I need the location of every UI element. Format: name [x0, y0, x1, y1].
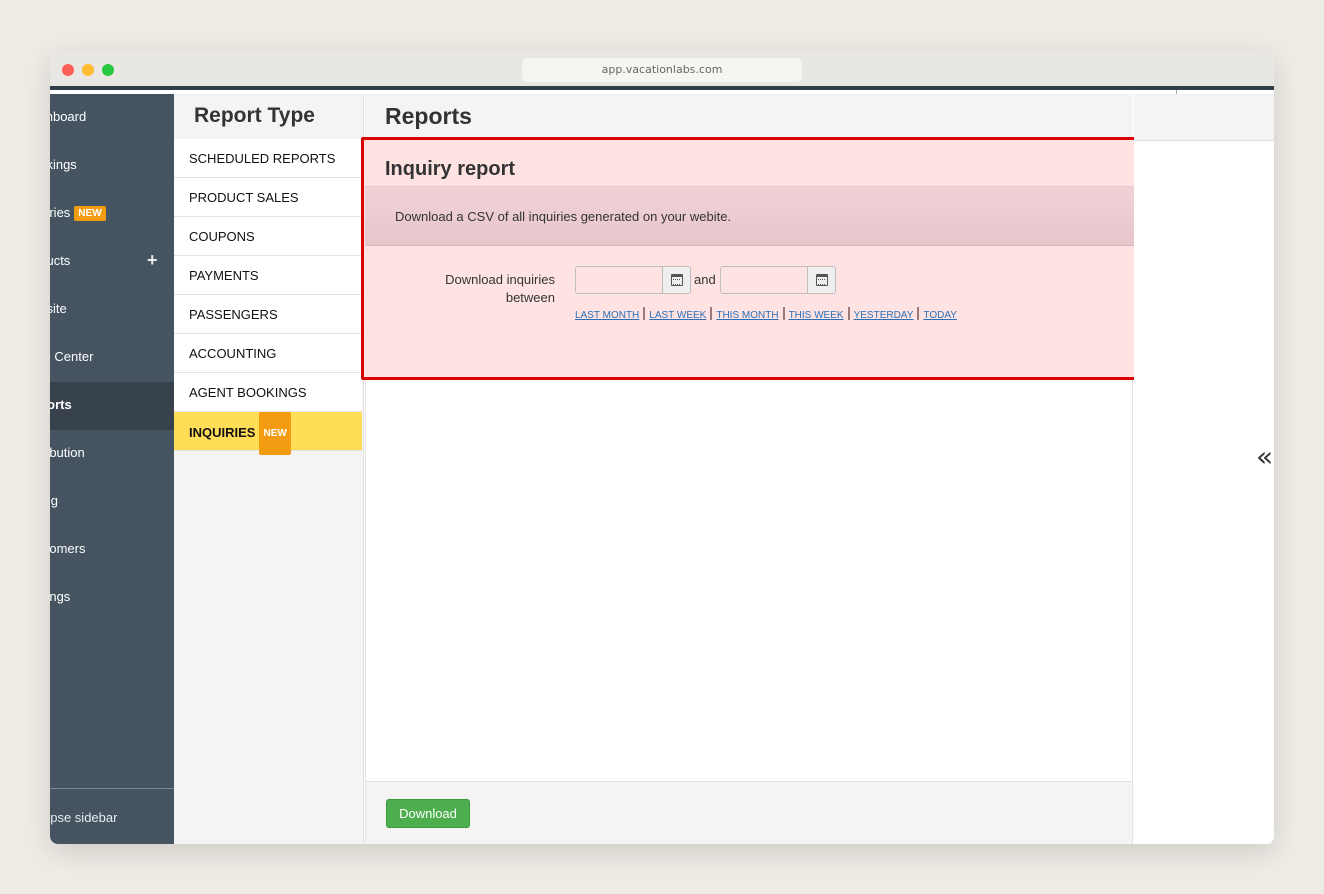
download-button[interactable]: Download: [386, 799, 470, 828]
main-footer: Download: [365, 781, 1133, 844]
sidebar-item-distribution[interactable]: stribution: [50, 430, 174, 478]
sidebar-divider: [50, 788, 174, 789]
sidebar-item-label: EO Center: [50, 349, 94, 364]
start-date-calendar-button[interactable]: [662, 267, 690, 293]
panel-title: Inquiry report: [385, 158, 516, 180]
add-product-icon[interactable]: +: [147, 250, 158, 271]
date-range-label: Download inquiries between: [445, 272, 555, 305]
sidebar-item-label: ettings: [50, 589, 71, 604]
sidebar-item-reports[interactable]: eports: [50, 382, 174, 430]
main-header: Reports: [365, 94, 1133, 141]
report-type-panel: Report Type SCHEDULED REPORTS PRODUCT SA…: [174, 94, 364, 844]
inquiry-report-panel: Inquiry report Download a CSV of all inq…: [361, 137, 1143, 380]
range-this-month-link[interactable]: THIS MONTH: [716, 310, 778, 321]
sidebar-item-label: quiries: [50, 205, 71, 220]
close-window-icon[interactable]: [62, 64, 74, 76]
panel-description-bar: Download a CSV of all inquiries generate…: [365, 186, 1134, 246]
browser-titlebar: app.vacationlabs.com: [50, 50, 1274, 90]
report-type-title: Report Type: [194, 104, 315, 127]
minimize-window-icon[interactable]: [82, 64, 94, 76]
calendar-icon: [816, 274, 828, 286]
expand-pane-icon[interactable]: «: [1256, 443, 1273, 471]
sidebar-item-products[interactable]: oducts +: [50, 238, 174, 286]
sidebar-item-label: ebsite: [50, 301, 67, 316]
link-separator: [643, 307, 646, 320]
range-last-month-link[interactable]: LAST MONTH: [575, 310, 639, 321]
right-pane: [1134, 90, 1274, 844]
sidebar-item-seo-center[interactable]: EO Center: [50, 334, 174, 382]
report-type-list: SCHEDULED REPORTS PRODUCT SALES COUPONS …: [174, 139, 362, 455]
sidebar-item-customers[interactable]: ustomers: [50, 526, 174, 574]
link-separator: [782, 307, 785, 320]
sidebar-item-inquiries[interactable]: quiriesNEW: [50, 190, 174, 238]
sidebar-item-label: eports: [50, 397, 72, 412]
report-type-agent-bookings[interactable]: AGENT BOOKINGS: [174, 373, 362, 412]
page-title: Reports: [385, 103, 472, 129]
report-type-payments[interactable]: PAYMENTS: [174, 256, 362, 295]
end-date-picker: [720, 266, 836, 294]
range-today-link[interactable]: TODAY: [923, 310, 957, 321]
link-separator: [710, 307, 713, 320]
link-separator: [847, 307, 850, 320]
new-badge: NEW: [74, 206, 106, 221]
sidebar-item-billing[interactable]: illing: [50, 478, 174, 526]
report-type-label: INQUIRIES: [189, 425, 256, 440]
report-type-accounting[interactable]: ACCOUNTING: [174, 334, 362, 373]
and-label: and: [694, 272, 716, 287]
range-this-week-link[interactable]: THIS WEEK: [789, 310, 844, 321]
report-type-passengers[interactable]: PASSENGERS: [174, 295, 362, 334]
sidebar-item-website[interactable]: ebsite: [50, 286, 174, 334]
start-date-input[interactable]: [576, 267, 663, 293]
end-date-calendar-button[interactable]: [807, 267, 835, 293]
link-separator: [917, 307, 920, 320]
start-date-picker: [575, 266, 691, 294]
report-type-scheduled-reports[interactable]: SCHEDULED REPORTS: [174, 139, 362, 178]
sidebar-item-label: illing: [50, 493, 59, 508]
collapse-sidebar-button[interactable]: ollapse sidebar: [50, 810, 117, 825]
quick-date-ranges: LAST MONTH LAST WEEK THIS MONTH THIS WEEK YE…: [575, 307, 957, 321]
sidebar-item-label: oducts: [50, 253, 71, 268]
panel-description: Download a CSV of all inquiries generate…: [395, 209, 732, 224]
calendar-icon: [671, 274, 683, 286]
sidebar-item-label: stribution: [50, 445, 85, 460]
end-date-input[interactable]: [721, 267, 808, 293]
range-last-week-link[interactable]: LAST WEEK: [649, 310, 706, 321]
report-type-coupons[interactable]: COUPONS: [174, 217, 362, 256]
new-badge: NEW: [259, 412, 291, 455]
sidebar-item-label: ashboard: [50, 109, 87, 124]
main-sidebar: ashboard ookings quiriesNEW oducts + ebs…: [50, 94, 174, 844]
maximize-window-icon[interactable]: [102, 64, 114, 76]
report-type-product-sales[interactable]: PRODUCT SALES: [174, 178, 362, 217]
sidebar-item-label: ookings: [50, 157, 77, 172]
range-yesterday-link[interactable]: YESTERDAY: [854, 310, 914, 321]
sidebar-item-dashboard[interactable]: ashboard: [50, 94, 174, 142]
browser-window: app.vacationlabs.com ashboard ookings qu…: [50, 50, 1274, 844]
address-bar[interactable]: app.vacationlabs.com: [522, 58, 802, 82]
report-type-inquiries[interactable]: INQUIRIES NEW: [174, 412, 362, 455]
right-pane-tab: [1176, 90, 1274, 94]
sidebar-item-settings[interactable]: ettings: [50, 574, 174, 622]
right-pane-header: [1134, 90, 1274, 141]
sidebar-item-label: ustomers: [50, 541, 86, 556]
sidebar-item-bookings[interactable]: ookings: [50, 142, 174, 190]
